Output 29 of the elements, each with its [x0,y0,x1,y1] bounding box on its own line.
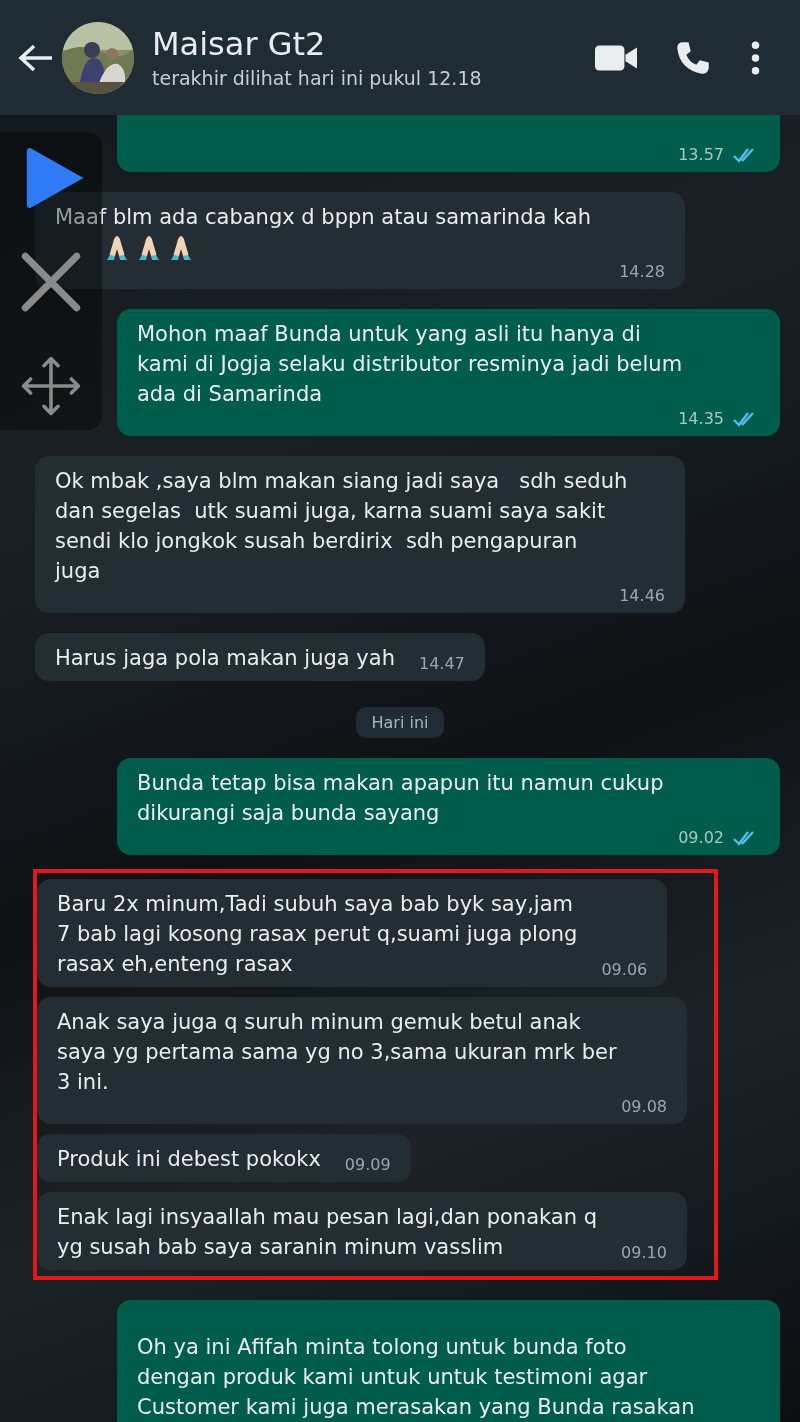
message-time: 09.06 [601,960,648,979]
message-time: 14.47 [418,654,465,673]
message-time: 14.35 [678,409,724,428]
message-text: Ok mbak ,saya blm makan siang jadi saya sdh seduh dan segelas utk suami juga, karna suami saya sakit sendi klo jongkok susah berdirix sdh pengapuran juga [55,468,628,585]
message-time: 09.02 [678,828,724,847]
last-seen-status: terakhir dilihat hari ini pukul 12.18 [152,65,483,91]
message-text: Enak lagi insyaallah mau pesan lagi,dan ponakan q yg susah bab saya saranin minum vasslim [57,1204,597,1261]
back-arrow-icon[interactable] [18,42,54,73]
message-text: Baru 2x minum,Tadi subuh saya bab byk say,jam 7 bab lagi kosong rasax perut q,suami juga plong rasax eh,enteng rasax [57,891,578,978]
message-text: Bunda tetap bisa makan apapun itu namun cukup dikurangi saja bunda sayang [137,770,664,827]
message-time: 09.08 [621,1097,667,1116]
more-options-icon[interactable] [751,40,760,75]
date-chip: Hari ini [355,707,445,738]
message-text: Oh ya ini Afifah minta tolong untuk bunda foto dengan produk kami untuk untuk testimoni agar Customer kami juga merasakan yang Bunda rasakan [137,1334,695,1421]
contact-name: Maisar Gt2 [152,23,327,64]
message-time: 09.10 [621,1243,667,1262]
message-text: Anak saya juga q suruh minum gemuk betul anak saya yg pertama sama yg no 3,sama ukuran mrk ber 3 ini. [57,1009,617,1096]
message-text: Maaf blm ada cabangx d bppn atau samarinda kah [55,204,591,231]
message-text: Harus jaga pola makan juga yah [55,645,395,672]
message-text: Produk ini debest pokokx [57,1146,321,1173]
phone-icon[interactable] [675,39,711,76]
message-text: Mohon maaf Bunda untuk yang asli itu hanya di kami di Jogja selaku distributor resminya jadi belum ada di Samarinda [137,321,683,408]
close-icon[interactable] [20,250,82,314]
message-time: 14.46 [619,586,665,605]
video-call-icon[interactable] [595,42,637,73]
message-time: 09.09 [344,1155,391,1174]
move-icon[interactable] [20,354,82,418]
message-time: 13.57 [678,145,724,164]
message-time: 14.28 [619,262,665,281]
